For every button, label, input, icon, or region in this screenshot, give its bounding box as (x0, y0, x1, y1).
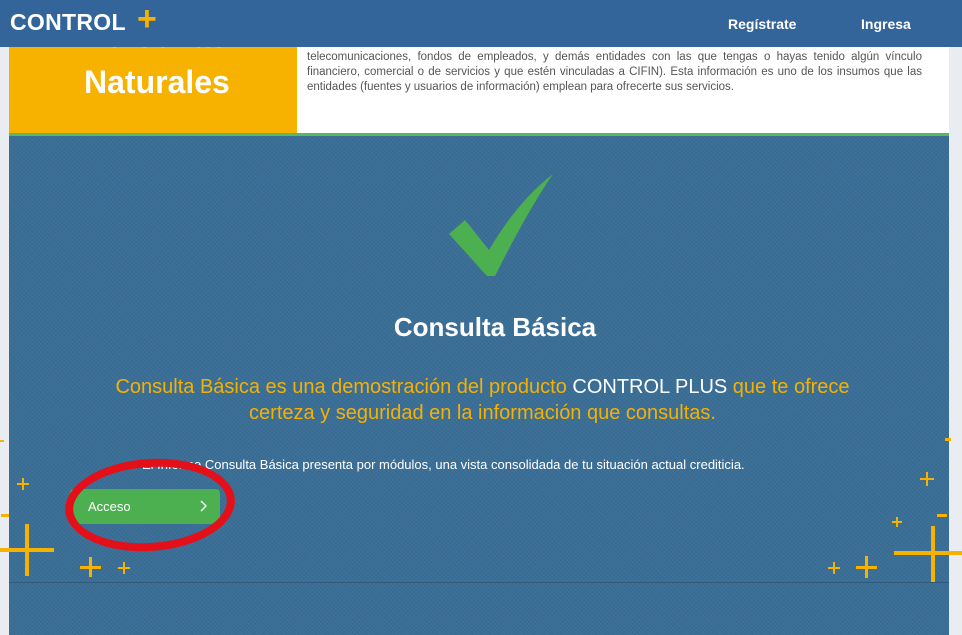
section-title: Consulta Básica (393, 312, 597, 342)
section-subtitle: Consulta Básica es una demostración del … (115, 374, 850, 426)
hero-description: telecomunicaciones, fondos de empleados,… (307, 51, 922, 93)
checkmark-icon (449, 174, 553, 276)
subtitle-part1: Consulta Básica es una demostración del … (115, 376, 573, 398)
logo-text[interactable]: CONTROL (10, 9, 126, 36)
decor-plus-right-icon (828, 438, 962, 582)
panel-divider (9, 582, 949, 583)
decor-plus-left2-icon (80, 557, 130, 577)
hero-text-clip: telecomunicaciones, fondos de empleados,… (307, 47, 927, 133)
subtitle-brand: CONTROL PLUS (572, 376, 728, 398)
register-link[interactable]: Regístrate (728, 16, 796, 32)
login-link[interactable]: Ingresa (861, 16, 911, 32)
logo-plus-icon: + (137, 0, 157, 38)
hero-title-line2: Naturales (84, 64, 230, 100)
section-description: El Informe Consulta Básica presenta por … (142, 457, 745, 472)
top-navbar: CONTROL + Regístrate Ingresa (0, 0, 962, 47)
